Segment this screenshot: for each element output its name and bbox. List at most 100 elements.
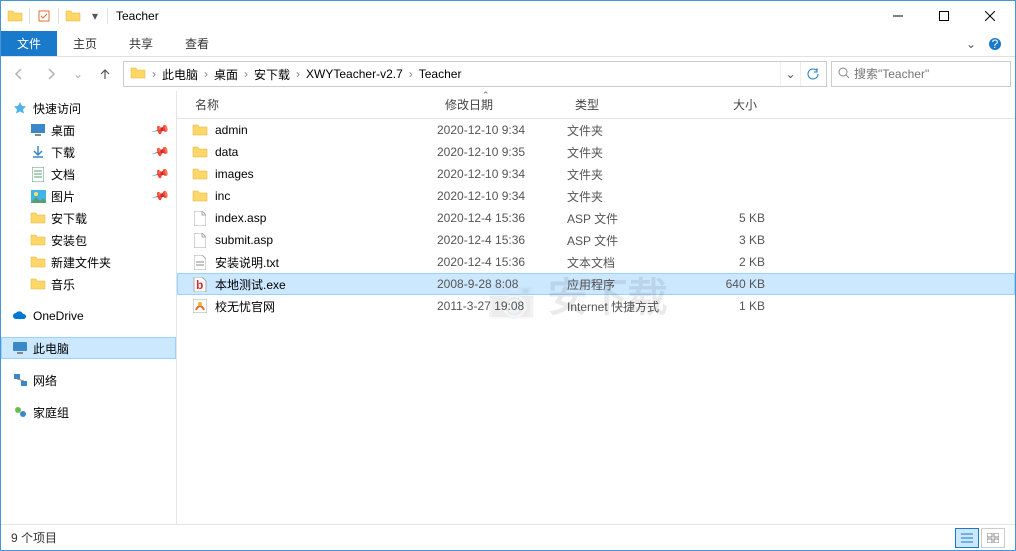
- sidebar-onedrive[interactable]: OneDrive: [1, 305, 176, 327]
- column-headers: ⌃ 名称 修改日期 类型 大小: [177, 91, 1015, 119]
- sidebar-item-label: 此电脑: [33, 340, 69, 357]
- breadcrumb-item[interactable]: 桌面: [210, 62, 242, 86]
- file-type: Internet 快捷方式: [567, 298, 685, 315]
- file-list[interactable]: 📷 安下载 admin2020-12-10 9:34文件夹data2020-12…: [177, 119, 1015, 524]
- folder-icon: [29, 209, 47, 227]
- file-row[interactable]: index.asp2020-12-4 15:36ASP 文件5 KB: [177, 207, 1015, 229]
- sidebar-item[interactable]: 安装包: [1, 229, 176, 251]
- column-date[interactable]: 修改日期: [437, 91, 567, 118]
- file-name: admin: [215, 123, 437, 137]
- file-row[interactable]: 校无忧官网2011-3-27 19:08Internet 快捷方式1 KB: [177, 295, 1015, 317]
- help-icon[interactable]: ?: [983, 31, 1007, 56]
- sidebar-item[interactable]: 下载📌: [1, 141, 176, 163]
- file-row[interactable]: submit.asp2020-12-4 15:36ASP 文件3 KB: [177, 229, 1015, 251]
- refresh-icon[interactable]: [800, 62, 824, 86]
- separator: [58, 8, 59, 24]
- sidebar-homegroup[interactable]: 家庭组: [1, 401, 176, 423]
- forward-button[interactable]: [37, 60, 65, 88]
- address-dropdown-icon[interactable]: ⌄: [780, 62, 800, 86]
- pin-icon: 📌: [151, 120, 171, 140]
- file-type: 文件夹: [567, 122, 685, 139]
- file-row[interactable]: admin2020-12-10 9:34文件夹: [177, 119, 1015, 141]
- column-type[interactable]: 类型: [567, 91, 685, 118]
- details-view-button[interactable]: [955, 528, 979, 548]
- folder-icon: [7, 8, 23, 24]
- file-row[interactable]: inc2020-12-10 9:34文件夹: [177, 185, 1015, 207]
- recent-dropdown-icon[interactable]: ⌄: [69, 60, 87, 88]
- file-row[interactable]: images2020-12-10 9:34文件夹: [177, 163, 1015, 185]
- sidebar-item-label: 图片: [51, 188, 75, 205]
- download-icon: [29, 143, 47, 161]
- sidebar-item[interactable]: 桌面 📌: [1, 119, 176, 141]
- separator: [107, 8, 108, 24]
- breadcrumb-item[interactable]: 安下载: [250, 62, 294, 86]
- search-box[interactable]: [831, 61, 1011, 87]
- ribbon-expand-icon[interactable]: ⌄: [959, 31, 983, 56]
- chevron-right-icon[interactable]: ›: [202, 67, 210, 81]
- sidebar-item[interactable]: 安下载: [1, 207, 176, 229]
- file-date: 2008-9-28 8:08: [437, 277, 567, 291]
- folder-icon: [65, 8, 81, 24]
- column-name[interactable]: 名称: [177, 91, 437, 118]
- breadcrumb-item[interactable]: 此电脑: [158, 62, 202, 86]
- main-area: 快速访问 桌面📌下载📌文档📌图片📌安下载安装包新建文件夹音乐 OneDrive …: [1, 91, 1015, 524]
- maximize-button[interactable]: [921, 1, 967, 31]
- file-row[interactable]: b本地测试.exe2008-9-28 8:08应用程序640 KB: [177, 273, 1015, 295]
- sidebar-item[interactable]: 文档📌: [1, 163, 176, 185]
- tab-file[interactable]: 文件: [1, 31, 57, 56]
- status-bar: 9 个项目: [1, 524, 1015, 550]
- sidebar-quick-access[interactable]: 快速访问: [1, 97, 176, 119]
- icons-view-button[interactable]: [981, 528, 1005, 548]
- sidebar-item-label: 音乐: [51, 276, 75, 293]
- navigation-bar: ⌄ › 此电脑 › 桌面 › 安下载 › XWYTeacher-v2.7 › T…: [1, 57, 1015, 91]
- file-name: index.asp: [215, 211, 437, 225]
- column-size[interactable]: 大小: [685, 91, 765, 118]
- sidebar-item[interactable]: 图片📌: [1, 185, 176, 207]
- file-size: 1 KB: [685, 299, 765, 313]
- breadcrumb-item[interactable]: XWYTeacher-v2.7: [302, 62, 407, 86]
- search-icon: [838, 67, 850, 82]
- close-button[interactable]: [967, 1, 1013, 31]
- tab-home[interactable]: 主页: [57, 31, 113, 56]
- qat-dropdown-icon[interactable]: ▾: [89, 8, 101, 24]
- svg-text:b: b: [196, 278, 203, 292]
- cloud-icon: [11, 307, 29, 325]
- file-type: 应用程序: [567, 276, 685, 293]
- sidebar-item[interactable]: 新建文件夹: [1, 251, 176, 273]
- tab-view[interactable]: 查看: [169, 31, 225, 56]
- back-button[interactable]: [5, 60, 33, 88]
- folder-icon: [29, 231, 47, 249]
- chevron-right-icon[interactable]: ›: [294, 67, 302, 81]
- file-size: 3 KB: [685, 233, 765, 247]
- file-name: data: [215, 145, 437, 159]
- separator: [29, 8, 30, 24]
- address-bar[interactable]: › 此电脑 › 桌面 › 安下载 › XWYTeacher-v2.7 › Tea…: [123, 61, 827, 87]
- sidebar-item[interactable]: 音乐: [1, 273, 176, 295]
- file-date: 2020-12-4 15:36: [437, 255, 567, 269]
- file-row[interactable]: 安装说明.txt2020-12-4 15:36文本文档2 KB: [177, 251, 1015, 273]
- sidebar-item-label: 桌面: [51, 122, 75, 139]
- sidebar-this-pc[interactable]: 此电脑: [1, 337, 176, 359]
- tab-share[interactable]: 共享: [113, 31, 169, 56]
- minimize-button[interactable]: [875, 1, 921, 31]
- search-input[interactable]: [854, 67, 1009, 81]
- txt-icon: [191, 253, 209, 271]
- chevron-right-icon[interactable]: ›: [242, 67, 250, 81]
- qat-properties-icon[interactable]: [36, 8, 52, 24]
- file-type: 文件夹: [567, 144, 685, 161]
- breadcrumb-item[interactable]: Teacher: [415, 62, 466, 86]
- sidebar-network[interactable]: 网络: [1, 369, 176, 391]
- chevron-right-icon[interactable]: ›: [150, 67, 158, 81]
- file-name: 校无忧官网: [215, 298, 437, 315]
- file-date: 2011-3-27 19:08: [437, 299, 567, 313]
- sidebar-item-label: 网络: [33, 372, 57, 389]
- file-name: images: [215, 167, 437, 181]
- file-date: 2020-12-10 9:34: [437, 189, 567, 203]
- folder-icon: [191, 121, 209, 139]
- up-button[interactable]: [91, 60, 119, 88]
- file-row[interactable]: data2020-12-10 9:35文件夹: [177, 141, 1015, 163]
- document-icon: [29, 165, 47, 183]
- chevron-right-icon[interactable]: ›: [407, 67, 415, 81]
- sidebar-item-label: 新建文件夹: [51, 254, 111, 271]
- file-date: 2020-12-10 9:35: [437, 145, 567, 159]
